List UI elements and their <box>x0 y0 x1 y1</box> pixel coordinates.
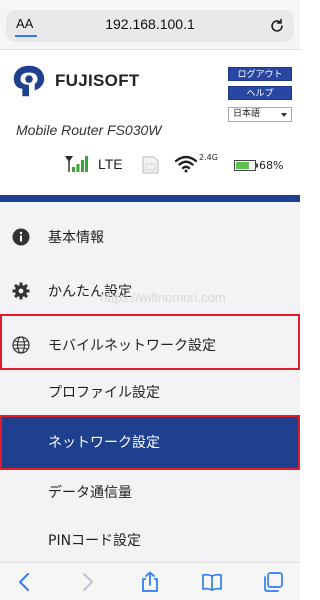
submenu-item-label: PINコード設定 <box>48 533 142 549</box>
forward-icon[interactable] <box>76 571 98 593</box>
status-row: LTE 2.4G 68% <box>0 153 300 179</box>
settings-menu: 基本情報 かんたん設定 モバイルネットワーク設定 プロファイル設定 ネットワーク… <box>0 202 300 562</box>
submenu-item-data-usage[interactable]: データ通信量 <box>0 466 300 520</box>
browser-toolbar <box>0 562 300 600</box>
tabs-icon[interactable] <box>262 571 284 593</box>
bookmarks-icon[interactable] <box>201 571 223 593</box>
browser-address-bar: AA 192.168.100.1 <box>0 0 300 50</box>
gear-icon <box>12 282 30 300</box>
logo-text: FUJISOFT <box>55 71 140 90</box>
router-header: FUJISOFT ログアウト ヘルプ 日本語 Mobile Router FS0… <box>0 50 300 195</box>
info-icon <box>12 228 30 246</box>
battery-icon <box>234 160 258 171</box>
signal-strength-icon <box>65 156 88 172</box>
fujisoft-logo-icon <box>13 65 45 97</box>
url-field[interactable]: AA 192.168.100.1 <box>6 10 294 42</box>
chevron-down-icon <box>281 113 287 117</box>
highlight-box-network-settings <box>0 415 300 470</box>
language-value: 日本語 <box>233 109 261 119</box>
back-icon[interactable] <box>14 571 36 593</box>
url-text[interactable]: 192.168.100.1 <box>6 16 294 32</box>
help-button[interactable]: ヘルプ <box>228 86 292 100</box>
sim-card-icon <box>142 156 159 174</box>
logout-button[interactable]: ログアウト <box>228 67 292 81</box>
menu-item-basic-info[interactable]: 基本情報 <box>0 210 300 264</box>
network-type: LTE <box>98 156 123 172</box>
submenu-item-label: プロファイル設定 <box>48 385 160 401</box>
wifi-icon <box>175 155 197 173</box>
reload-icon[interactable] <box>268 17 286 35</box>
submenu-item-profile[interactable]: プロファイル設定 <box>0 366 300 420</box>
menu-item-label: 基本情報 <box>48 230 104 246</box>
submenu-item-label: データ通信量 <box>48 485 132 501</box>
wifi-band: 2.4G <box>199 153 218 162</box>
header-divider <box>0 195 300 202</box>
watermark-text: https://wifinomori.com <box>100 290 226 305</box>
model-name: Mobile Router FS030W <box>16 122 162 138</box>
share-icon[interactable] <box>139 571 161 593</box>
text-size-indicator <box>15 35 37 37</box>
battery-percent: 68% <box>259 159 284 172</box>
language-select[interactable]: 日本語 <box>228 107 292 122</box>
highlight-box-mobile-network <box>0 314 300 370</box>
submenu-item-pin[interactable]: PINコード設定 <box>0 514 300 568</box>
